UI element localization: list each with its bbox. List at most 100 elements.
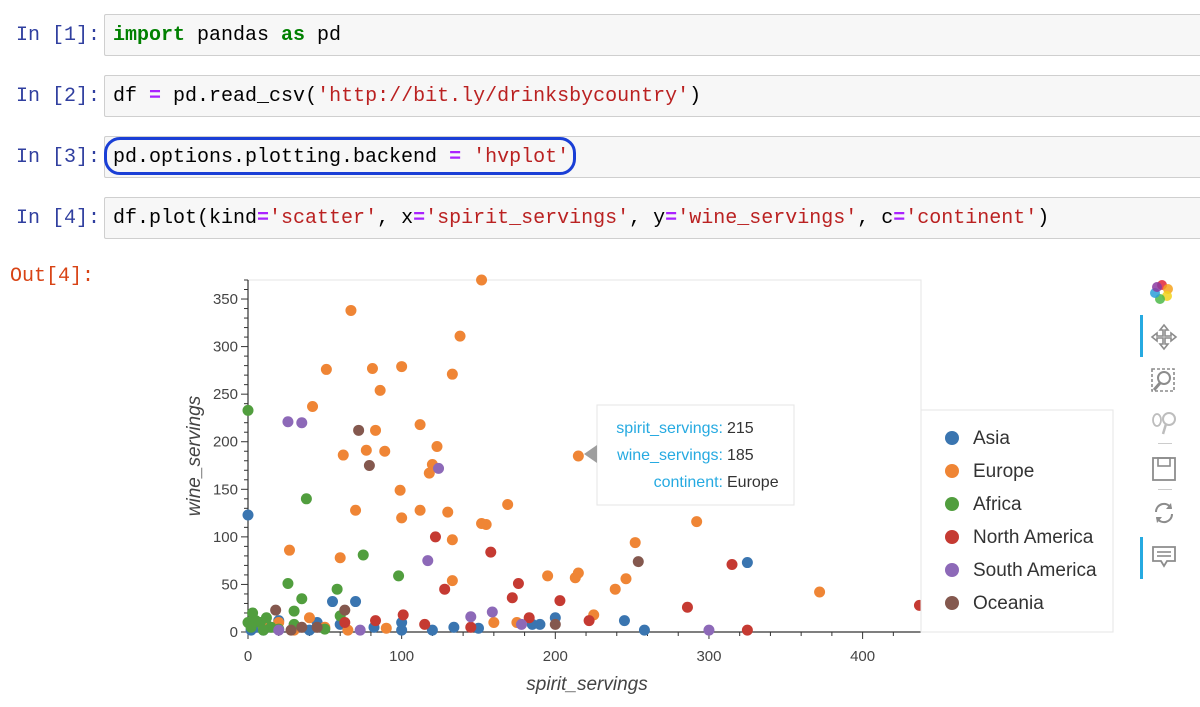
data-point [368,621,380,633]
data-point [245,621,257,633]
hover-icon[interactable] [1150,543,1178,571]
tooltip-value: Europe [727,474,779,491]
data-point [311,621,323,633]
data-point [572,450,584,462]
code-token: 'scatter' [269,207,378,230]
data-point [620,573,632,585]
code-token: df.plot(kind [113,207,258,230]
data-point [414,504,426,516]
active-tool-indicator [1140,315,1143,357]
data-point [363,460,375,472]
data-point [303,624,315,636]
data-point [285,624,297,636]
reset-icon[interactable] [1150,499,1178,527]
data-point [426,624,438,636]
data-point [741,557,753,569]
data-point [350,504,362,516]
pan-icon[interactable] [1150,323,1178,351]
data-point [433,462,445,474]
data-point [429,531,441,543]
tooltip-value: 185 [727,447,754,464]
data-point [319,623,331,635]
data-point [296,593,308,605]
code-token: 'wine_servings' [677,207,858,230]
data-point [446,575,458,587]
data-point [534,618,546,630]
data-point [282,577,294,589]
data-point [337,449,349,461]
code-token: pd [305,24,342,47]
legend-swatch [945,563,959,577]
toolbar-divider [1158,489,1172,490]
data-point [588,609,600,621]
data-point [476,518,488,530]
data-point [629,537,641,549]
data-point [374,384,386,396]
data-point [254,616,266,628]
data-point [396,361,408,373]
data-point [446,368,458,380]
legend: Asia Europe Africa North America South Ameri… [920,409,1114,633]
data-point [726,558,738,570]
y-tick-label: 250 [213,386,238,403]
data-point [311,616,323,628]
code-token: import [113,24,186,47]
code-token: 'http://bit.ly/drinksbycountry' [317,85,690,108]
data-point [681,601,693,613]
data-point [334,618,346,630]
data-point [307,401,319,413]
data-point [242,404,254,416]
cell-2: In [2]: df = pd.read_csv('http://bit.ly/… [0,75,1200,119]
legend-swatch [945,596,959,610]
box-zoom-icon[interactable] [1150,367,1178,395]
code-token: = [893,207,906,230]
data-point [334,552,346,564]
code-token: pandas [185,24,282,47]
data-point [426,459,438,471]
toolbar-divider [1158,443,1172,444]
legend-swatch [945,464,959,478]
code-input[interactable]: df.plot(kind='scatter', x='spirit_servin… [104,197,1200,239]
data-point [419,618,431,630]
data-point [448,621,460,633]
data-point [282,416,294,428]
tooltip-arrow [584,445,597,463]
data-point [242,509,254,521]
data-point [512,577,524,589]
tooltip-key: spirit_servings: [616,420,723,437]
bokeh-logo-icon[interactable] [1148,278,1176,306]
code-token: as [281,24,306,47]
data-point [257,624,269,636]
legend-label: Oceania [973,593,1044,614]
data-point [488,616,500,628]
data-point [506,592,518,604]
data-point [523,612,535,624]
data-point [250,621,262,633]
input-prompt: In [4]: [15,207,100,230]
plot-frame [247,279,922,633]
highlight-annotation [104,137,576,175]
data-point [339,604,351,616]
output-cell: Out[4]: [0,255,1200,299]
data-point [242,616,254,628]
data-point [360,444,372,456]
data-point [703,624,715,636]
code-token: ) [689,85,702,108]
save-icon[interactable] [1150,455,1178,483]
legend-label: Europe [973,461,1034,482]
data-point [414,419,426,431]
x-tick-label: 100 [389,648,414,665]
code-input[interactable]: df = pd.read_csv('http://bit.ly/drinksby… [104,75,1200,117]
x-tick-label: 300 [696,648,721,665]
plot-toolbar [1140,275,1185,585]
data-point [486,606,498,618]
data-point [439,583,451,595]
legend-swatch [945,530,959,544]
data-point [319,621,331,633]
code-input[interactable]: import pandas as pd [104,14,1200,56]
wheel-zoom-icon[interactable] [1150,409,1178,437]
data-point [296,417,308,429]
data-point [296,621,308,633]
y-tick-label: 300 [213,339,238,356]
data-point [354,624,366,636]
